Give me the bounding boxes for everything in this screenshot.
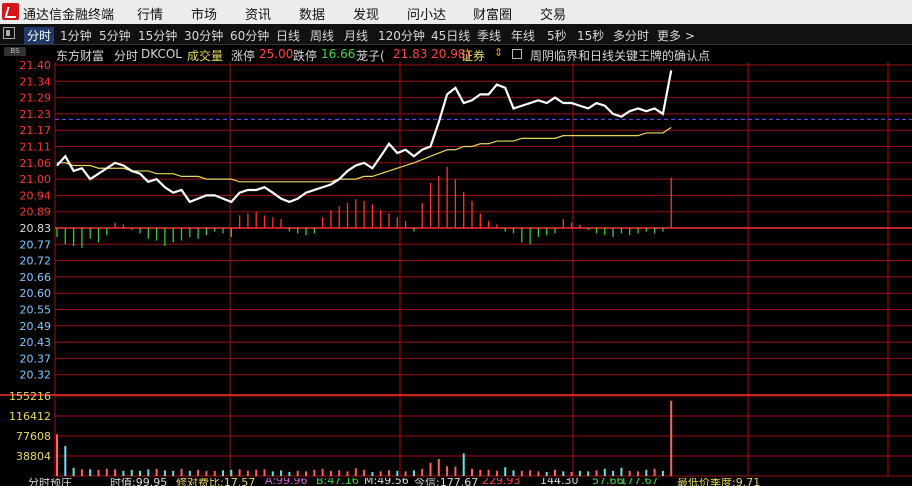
menu-item-news[interactable]: 资讯 [245,4,271,23]
price-tick-label: 21.29 [20,92,52,105]
period-tab-120min[interactable]: 120分钟 [378,27,425,44]
menu-bar: 通达信金融终端 行情 市场 资讯 数据 发现 问小达 财富圈 交易 [0,0,912,24]
price-tick-label: 20.55 [20,304,52,317]
price-tick-label: 20.72 [20,255,52,268]
period-tab-intraday[interactable]: 分时 [24,27,55,44]
readout-b: B:47.16 [316,478,359,486]
price-tick-label: 21.34 [20,75,52,88]
price-tick-label: 20.89 [20,206,52,219]
menu-item-market[interactable]: 市场 [191,4,217,23]
price-tick-label: 20.66 [20,271,52,284]
period-tab-45day[interactable]: 45日线 [431,27,470,44]
period-tab-30min[interactable]: 30分钟 [184,27,223,44]
stock-name: 东方财富 [56,49,105,63]
menu-item-ask[interactable]: 问小达 [407,4,446,23]
menu-item-discover[interactable]: 发现 [353,4,379,23]
app-title: 通达信金融终端 [23,8,115,23]
sort-arrows-icon[interactable]: ⇕ [494,46,503,59]
limit-up-label: 涨停 [231,49,256,63]
price-tick-label: 20.37 [20,352,52,365]
view-label: 分时 [114,49,139,63]
limit-down-value: 16.66 [321,47,356,61]
panel-toggle-icon[interactable] [3,27,15,39]
average-price-line [57,126,672,183]
edit-note-icon[interactable] [512,49,522,59]
dragon-values: 21.83 20.98) [393,47,471,61]
price-tick-label: 20.32 [20,369,52,382]
readout-ratio: 修对费比:17.57 [176,478,256,486]
period-tab-1min[interactable]: 1分钟 [60,27,92,44]
app-logo-icon [2,3,19,20]
period-tab-week[interactable]: 周线 [310,27,334,44]
volume-tick-label: 38804 [16,450,51,463]
period-tab-multi-day[interactable]: 多分时 [613,27,649,44]
indicator-readout-bar: 分时预庄 时值:99.95 修对费比:17.57 A:99.96 B:47.16… [0,478,912,486]
limit-up-value: 25.00 [259,47,294,61]
intraday-chart: 21.4021.3421.2921.2321.1721.1121.0621.00… [0,59,912,477]
readout-v4: 177.67 [620,478,659,486]
price-tick-label: 21.17 [20,124,52,137]
readout-title: 分时预庄 [28,478,72,486]
menu-item-wealth-circle[interactable]: 财富圈 [473,4,512,23]
readout-today: 今信:177.67 [414,478,479,486]
period-tab-15min[interactable]: 15分钟 [138,27,177,44]
menu-item-trade[interactable]: 交易 [540,4,566,23]
readout-m: M:49.56 [364,478,409,486]
price-tick-label: 20.94 [20,189,52,202]
period-tab-month[interactable]: 月线 [344,27,368,44]
price-tick-label: 20.60 [20,287,52,300]
period-tab-5min[interactable]: 5分钟 [99,27,131,44]
price-tick-label: 21.06 [20,157,52,170]
period-tab-day[interactable]: 日线 [276,27,300,44]
period-tab-quarter[interactable]: 季线 [477,27,501,44]
chart-info-bar: 东方财富 分时 DKCOL 成交量 涨停 25.00 跌停 16.66 茏子( … [0,45,912,63]
readout-low: 最低价季度:9.71 [677,478,761,486]
dragon-label: 茏子( [356,49,385,63]
price-tick-label: 20.49 [20,320,52,333]
price-tick-label: 20.83 [20,222,52,235]
price-line [56,70,673,204]
bs-badge[interactable]: BS [4,47,26,56]
price-tick-label: 21.23 [20,108,52,121]
menu-item-quotes[interactable]: 行情 [137,4,163,23]
sector-label[interactable]: 证券 [461,47,485,64]
readout-v1: 229.93 [482,478,521,486]
menu-item-data[interactable]: 数据 [299,4,325,23]
readout-a: A:99.96 [265,478,308,486]
period-tab-5sec[interactable]: 5秒 [547,27,567,44]
price-tick-label: 21.00 [20,173,52,186]
volume-tick-label: 116412 [9,410,51,423]
readout-v2: 144.30 [540,478,579,486]
readout-time-value: 时值:99.95 [110,478,168,486]
volume-tick-label: 155216 [9,390,51,403]
volume-tick-label: 77608 [16,430,51,443]
period-tab-15sec[interactable]: 15秒 [577,27,604,44]
period-tab-year[interactable]: 年线 [511,27,535,44]
price-tick-label: 20.77 [20,238,52,251]
period-tab-more[interactable]: 更多 > [657,27,695,44]
limit-down-label: 跌停 [293,49,318,63]
volume-label: 成交量 [187,49,224,63]
readout-v3: 57.66 [592,478,624,486]
indicator-name[interactable]: DKCOL [141,47,182,61]
period-tab-60min[interactable]: 60分钟 [230,27,269,44]
chart-note: 周阴临界和日线关键王牌的确认点 [530,49,711,63]
period-toolbar: 分时 1分钟 5分钟 15分钟 30分钟 60分钟 日线 周线 月线 120分钟… [0,24,912,45]
price-tick-label: 21.11 [20,141,52,154]
price-tick-label: 20.43 [20,336,52,349]
